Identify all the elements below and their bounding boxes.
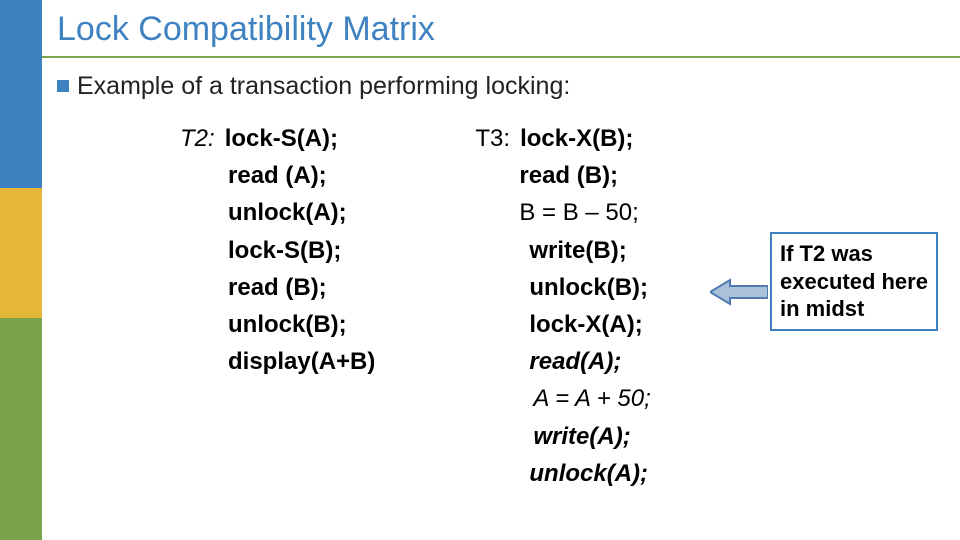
sidebar-decoration bbox=[0, 0, 42, 540]
t2-column: T2: lock-S(A); read (A); unlock(A); lock… bbox=[180, 120, 375, 492]
bullet-square-icon bbox=[57, 80, 69, 92]
t3-header: T3: lock-X(B); bbox=[475, 120, 650, 157]
t2-line: lock-S(B); bbox=[228, 232, 375, 269]
bullet-text: Example of a transaction performing lock… bbox=[77, 72, 570, 101]
t2-line: unlock(A); bbox=[228, 194, 375, 231]
t2-line: read (B); bbox=[228, 269, 375, 306]
t3-line-readb: read (B); bbox=[519, 157, 650, 194]
t3-line-writeb: write(B); bbox=[519, 232, 650, 269]
page-title: Lock Compatibility Matrix bbox=[57, 10, 435, 49]
arrow-left-icon bbox=[710, 278, 768, 306]
t3-lines: read (B); B = B – 50; write(B); unlock(B… bbox=[475, 157, 650, 492]
t3-line-beq: B = B – 50; bbox=[519, 194, 650, 231]
t3-line-reada: read(A); bbox=[519, 343, 650, 380]
t3-label: T3: bbox=[475, 120, 510, 157]
t3-line-writea: write(A); bbox=[519, 418, 650, 455]
t3-column: T3: lock-X(B); read (B); B = B – 50; wri… bbox=[475, 120, 650, 492]
t2-line: display(A+B) bbox=[228, 343, 375, 380]
t2-line: read (A); bbox=[228, 157, 375, 194]
slide: Lock Compatibility Matrix Example of a t… bbox=[0, 0, 960, 540]
bullet-row: Example of a transaction performing lock… bbox=[57, 72, 570, 101]
t2-label: T2: bbox=[180, 120, 215, 157]
sidebar-stripe-blue bbox=[0, 0, 42, 188]
note-box: If T2 was executed here in midst bbox=[770, 232, 938, 331]
t3-line-unlocka: unlock(A); bbox=[519, 455, 650, 492]
title-rule bbox=[42, 56, 960, 58]
t2-lines: read (A); unlock(A); lock-S(B); read (B)… bbox=[180, 157, 375, 380]
t2-head: lock-S(A); bbox=[225, 120, 338, 157]
code-columns: T2: lock-S(A); read (A); unlock(A); lock… bbox=[180, 120, 651, 492]
t2-header: T2: lock-S(A); bbox=[180, 120, 375, 157]
t3-head: lock-X(B); bbox=[520, 120, 633, 157]
t3-line-lockxa: lock-X(A); bbox=[519, 306, 650, 343]
t3-line-unlockb: unlock(B); bbox=[519, 269, 650, 306]
sidebar-stripe-green bbox=[0, 318, 42, 540]
t2-line: unlock(B); bbox=[228, 306, 375, 343]
t3-line-aeq: A = A + 50; bbox=[519, 380, 650, 417]
sidebar-stripe-gold bbox=[0, 188, 42, 318]
